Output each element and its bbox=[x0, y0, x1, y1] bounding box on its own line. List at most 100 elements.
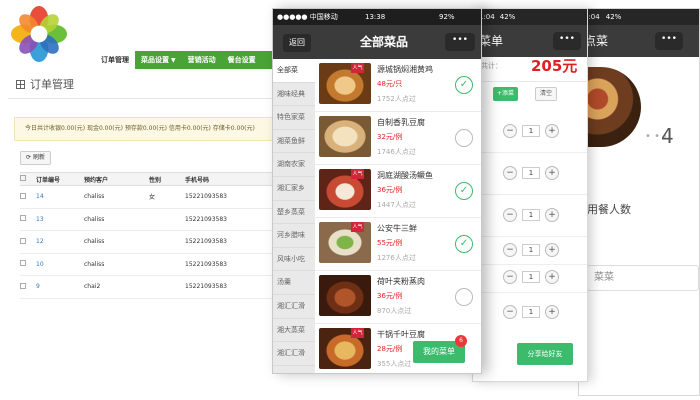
category-item[interactable]: 湘大蒸菜 bbox=[273, 319, 315, 343]
add-dish-button[interactable]: +添菜 bbox=[493, 87, 519, 101]
check-icon[interactable]: ✓ bbox=[455, 182, 473, 200]
list-item[interactable]: 自制香乳豆腐 32元/例 1746人点过 ✓ bbox=[315, 112, 481, 165]
decrement-button[interactable]: − bbox=[503, 243, 517, 257]
clear-button[interactable]: 清空 bbox=[535, 87, 558, 101]
dish-name: 公安牛三鲜 bbox=[377, 224, 417, 233]
more-button[interactable]: ••• bbox=[553, 32, 581, 50]
category-item[interactable]: 汤羹 bbox=[273, 271, 315, 295]
table-row: 9 chai2 15221093583 bbox=[20, 276, 310, 299]
table-row: 12 chaliss 15221093583 bbox=[20, 231, 310, 254]
increment-button[interactable]: + bbox=[545, 124, 559, 138]
category-item[interactable]: 湖南农家 bbox=[273, 153, 315, 177]
refresh-icon: ⟳ bbox=[26, 154, 32, 161]
category-item[interactable]: 河乡腊味 bbox=[273, 224, 315, 248]
increment-button[interactable]: + bbox=[545, 270, 559, 284]
dish-name: 源城锅焖湘黄鸡 bbox=[377, 65, 433, 74]
popular-tag: 人气 bbox=[351, 169, 364, 179]
customer-cell: chaliss bbox=[84, 238, 105, 246]
table-row: 14 chaliss 女 15221093583 bbox=[20, 186, 310, 209]
page-title: 订单管理 bbox=[16, 76, 74, 92]
category-item[interactable]: 全部菜 bbox=[273, 59, 315, 83]
order-id-link[interactable]: 13 bbox=[32, 216, 84, 223]
chevron-down-icon: ▼ bbox=[171, 57, 176, 64]
row-checkbox[interactable] bbox=[20, 215, 26, 222]
nav-orders[interactable]: 订单管理 bbox=[95, 51, 135, 69]
increment-button[interactable]: + bbox=[545, 208, 559, 222]
dish-name: 洞庭湖酸汤鳜鱼 bbox=[377, 171, 433, 180]
increment-button[interactable]: + bbox=[545, 243, 559, 257]
decrement-button[interactable]: − bbox=[503, 166, 517, 180]
popular-tag: 人气 bbox=[351, 63, 364, 73]
status-battery: 42% bbox=[605, 13, 622, 21]
nav-marketing[interactable]: 营销活动 bbox=[182, 51, 222, 69]
step-number: 4 bbox=[661, 124, 674, 148]
column-header-phone: 手机号码 bbox=[185, 176, 210, 184]
share-button[interactable]: 分享给好友 bbox=[517, 343, 573, 365]
decrement-button[interactable]: − bbox=[503, 270, 517, 284]
quantity-value[interactable]: 1 bbox=[522, 271, 540, 283]
dish-orders: 870人点过 bbox=[377, 307, 412, 315]
increment-button[interactable]: + bbox=[545, 166, 559, 180]
list-item[interactable]: 人气 洞庭湖酸汤鳜鱼 36元/例 1447人点过 ✓ bbox=[315, 165, 481, 218]
cart-count-badge: 6 bbox=[455, 335, 467, 347]
quantity-value[interactable]: 1 bbox=[522, 125, 540, 137]
phone-menu-summary: 1:04 42% 菜单 ••• 共计： 205元 +添菜 清空 − 1 + − … bbox=[472, 8, 588, 382]
row-checkbox[interactable] bbox=[20, 237, 26, 244]
column-header-customer: 预约客户 bbox=[84, 176, 109, 184]
divider bbox=[473, 236, 587, 237]
dish-name: 荷叶夹粉蒸肉 bbox=[377, 277, 425, 286]
check-icon[interactable]: ✓ bbox=[455, 76, 473, 94]
quantity-value[interactable]: 1 bbox=[522, 306, 540, 318]
quantity-value[interactable]: 1 bbox=[522, 167, 540, 179]
category-item[interactable]: 风味小吃 bbox=[273, 248, 315, 272]
dish-price: 48元/只 bbox=[377, 80, 403, 88]
quantity-value[interactable]: 1 bbox=[522, 209, 540, 221]
back-button[interactable]: 返回 bbox=[283, 34, 311, 52]
menu-input[interactable]: 菜菜 bbox=[587, 265, 699, 291]
category-item[interactable]: 湘汇汇滑 bbox=[273, 342, 315, 366]
increment-button[interactable]: + bbox=[545, 305, 559, 319]
row-checkbox[interactable] bbox=[20, 282, 26, 289]
order-id-link[interactable]: 14 bbox=[32, 193, 84, 200]
divider bbox=[473, 81, 587, 82]
category-item[interactable]: 湘味经典 bbox=[273, 83, 315, 107]
category-item[interactable]: 湘汇家乡 bbox=[273, 177, 315, 201]
dish-orders: 1447人点过 bbox=[377, 201, 416, 209]
nav-dish-settings[interactable]: 菜品设置 ▼ bbox=[135, 51, 182, 69]
order-id-link[interactable]: 9 bbox=[32, 283, 84, 290]
select-all-checkbox[interactable] bbox=[20, 175, 26, 181]
decrement-button[interactable]: − bbox=[503, 305, 517, 319]
check-icon[interactable]: ✓ bbox=[455, 235, 473, 253]
order-id-link[interactable]: 10 bbox=[32, 261, 84, 268]
nav-table-settings[interactable]: 餐台设置 bbox=[222, 51, 262, 69]
decrement-button[interactable]: − bbox=[503, 124, 517, 138]
refresh-button[interactable]: ⟳ 刷新 bbox=[20, 151, 52, 165]
customer-cell: chaliss bbox=[84, 193, 105, 201]
list-item[interactable]: 荷叶夹粉蒸肉 36元/例 870人点过 ✓ bbox=[315, 271, 481, 324]
quantity-stepper: − 1 + bbox=[503, 166, 559, 180]
status-bar: ●●●●● 中国移动 13:38 92% bbox=[273, 9, 481, 25]
check-icon[interactable]: ✓ bbox=[455, 288, 473, 306]
check-icon[interactable]: ✓ bbox=[455, 129, 473, 147]
category-item[interactable]: 特色家菜 bbox=[273, 106, 315, 130]
decrement-button[interactable]: − bbox=[503, 208, 517, 222]
category-item[interactable]: 湘菜鱼鲜 bbox=[273, 130, 315, 154]
dish-orders: 1752人点过 bbox=[377, 95, 416, 103]
more-button[interactable]: ••• bbox=[445, 33, 475, 51]
more-button[interactable]: ••• bbox=[655, 32, 683, 50]
order-id-link[interactable]: 12 bbox=[32, 238, 84, 245]
phone-cell: 15221093583 bbox=[185, 238, 227, 246]
row-checkbox[interactable] bbox=[20, 260, 26, 267]
quantity-value[interactable]: 1 bbox=[522, 244, 540, 256]
column-header-order-id: 订单编号 bbox=[36, 176, 61, 184]
row-checkbox[interactable] bbox=[20, 192, 26, 199]
phone-cell: 15221093583 bbox=[185, 260, 227, 268]
total-price: 205元 bbox=[531, 57, 578, 75]
category-item[interactable]: 特色饮 bbox=[273, 366, 315, 374]
list-item[interactable]: 人气 公安牛三鲜 55元/例 1276人点过 ✓ bbox=[315, 218, 481, 271]
list-item[interactable]: 人气 源城锅焖湘黄鸡 48元/只 1752人点过 ✓ bbox=[315, 59, 481, 112]
cash-summary-alert: 今日共计收银0.00(元) 现金0.00(元) 预存款0.00(元) 信用卡0.… bbox=[14, 117, 304, 141]
category-item[interactable]: 湘汇汇滑 bbox=[273, 295, 315, 319]
category-item[interactable]: 楚乡蒸菜 bbox=[273, 201, 315, 225]
nav-bar: 点菜 ••• bbox=[579, 25, 699, 57]
